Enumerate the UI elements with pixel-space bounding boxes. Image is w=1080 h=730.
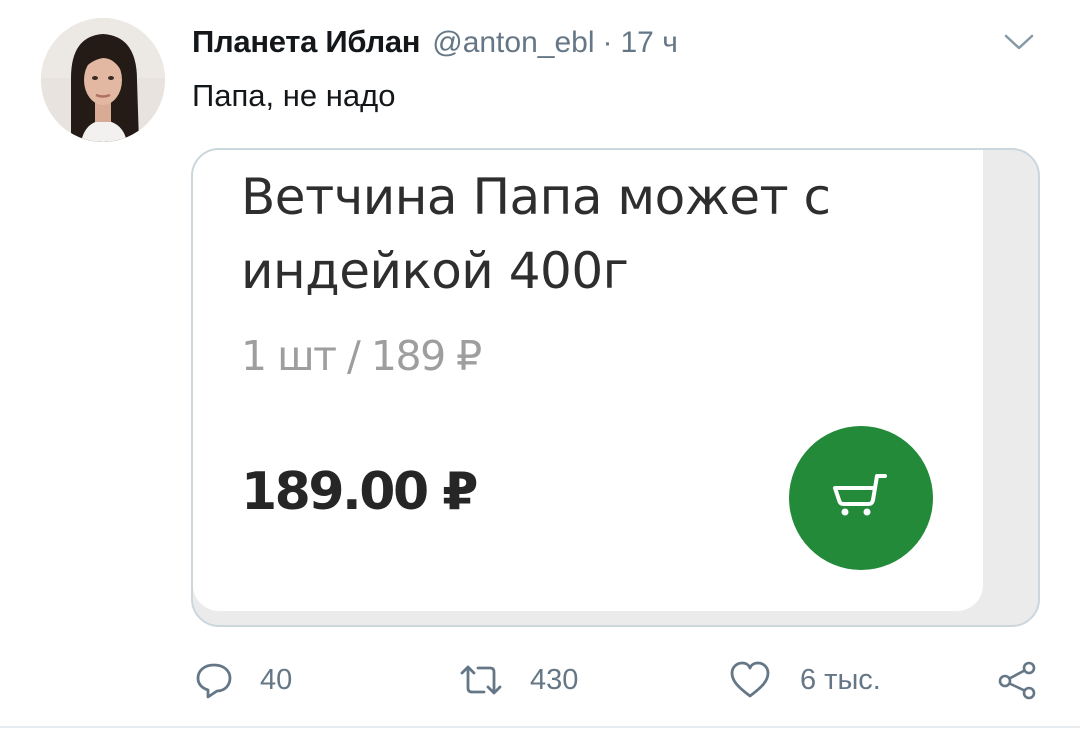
tweet-header: Планета Иблан @anton_ebl · 17 ч <box>192 24 678 64</box>
like-button[interactable]: 6 тыс. <box>728 650 881 710</box>
product-unit-price: 1 шт / 189 ₽ <box>241 332 482 380</box>
like-count: 6 тыс. <box>800 663 881 696</box>
tweet-text: Папа, не надо <box>192 78 396 113</box>
author-name[interactable]: Планета Иблан <box>192 24 421 60</box>
retweet-icon <box>460 665 502 695</box>
separator-dot: · <box>602 26 613 59</box>
reply-count: 40 <box>260 663 293 696</box>
avatar[interactable] <box>41 18 165 142</box>
author-handle[interactable]: @anton_ebl <box>432 26 594 60</box>
tweet-media[interactable]: Ветчина Папа может с индейкой 400г 1 шт … <box>191 148 1040 627</box>
retweet-button[interactable]: 430 <box>458 650 578 710</box>
cart-icon <box>833 474 887 516</box>
divider <box>0 726 1080 728</box>
heart-icon <box>730 661 770 698</box>
tweet-actions: 40 430 6 тыс. <box>0 650 1080 710</box>
tweet-timestamp[interactable]: 17 ч <box>620 26 677 60</box>
product-price: 189.00 ₽ <box>241 462 478 522</box>
share-icon <box>998 661 1036 700</box>
product-card: Ветчина Папа может с индейкой 400г 1 шт … <box>193 150 983 611</box>
product-title: Ветчина Папа может с индейкой 400г <box>241 168 831 300</box>
retweet-count: 430 <box>530 663 579 696</box>
reply-button[interactable]: 40 <box>194 650 292 710</box>
reply-icon <box>196 663 232 699</box>
chevron-down-icon[interactable] <box>1002 30 1036 54</box>
avatar-photo <box>41 18 165 142</box>
tweet: Планета Иблан @anton_ebl · 17 ч Папа, не… <box>0 0 1080 730</box>
share-button[interactable] <box>996 650 1038 710</box>
add-to-cart-button[interactable] <box>789 426 933 570</box>
